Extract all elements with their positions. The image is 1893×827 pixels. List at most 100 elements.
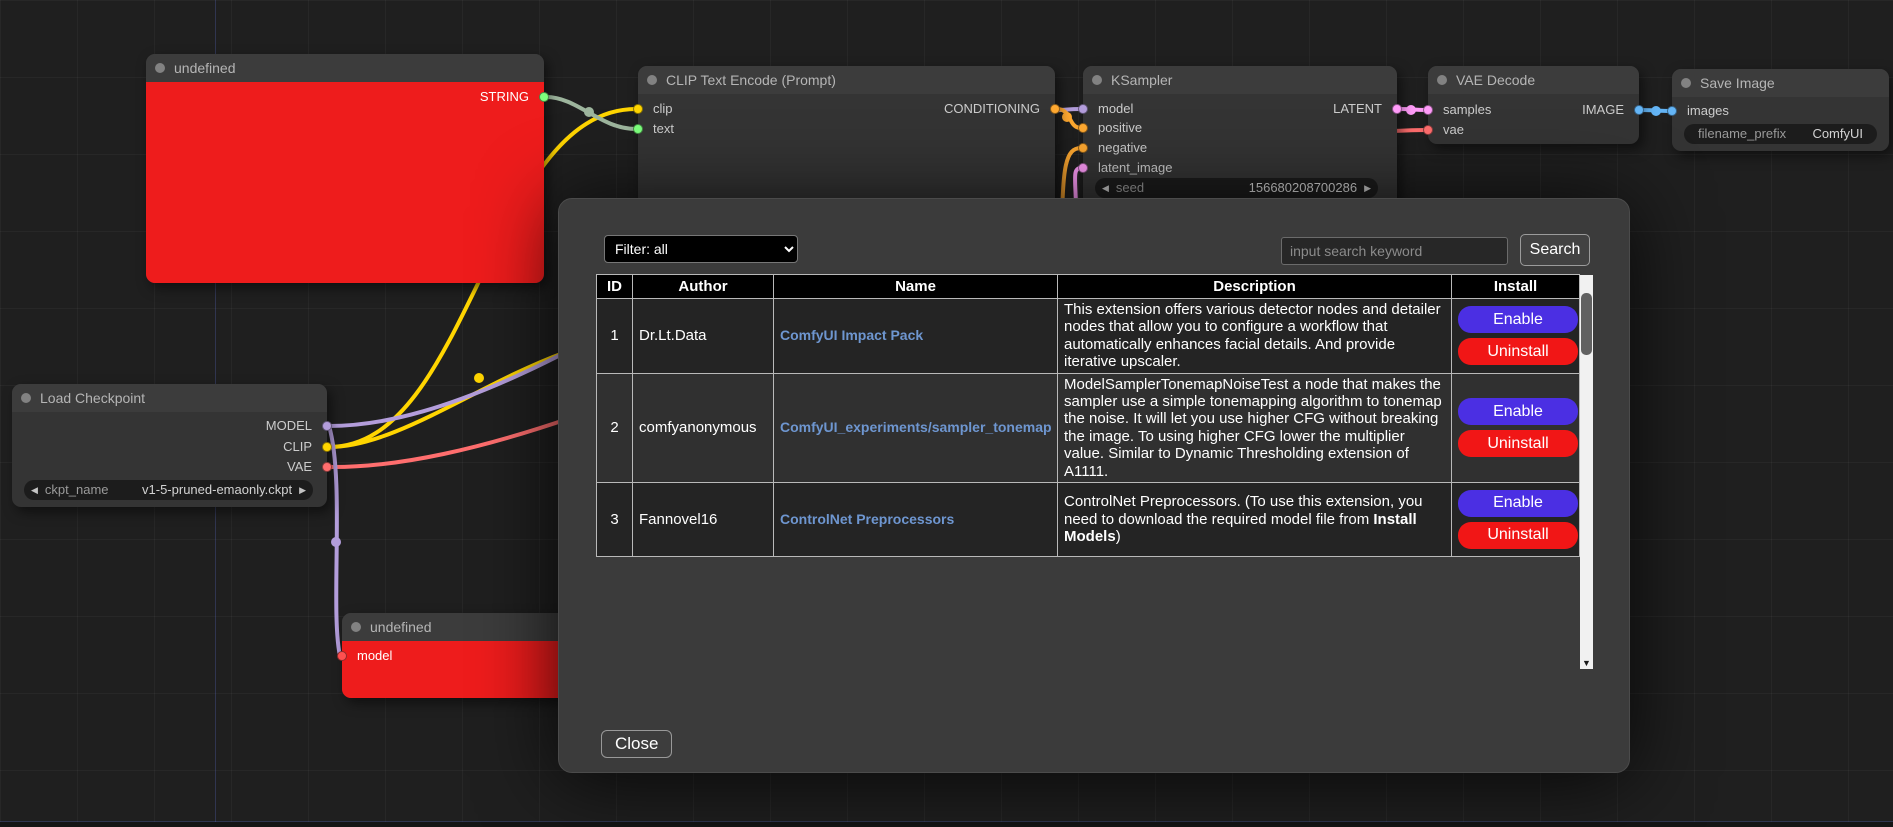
row-author: Fannovel16	[633, 482, 774, 556]
uninstall-button[interactable]: Uninstall	[1458, 522, 1578, 549]
link-dot-latent	[1406, 105, 1416, 115]
slot-label: IMAGE	[1582, 102, 1624, 117]
input-slot-samples[interactable]: samples	[1428, 102, 1491, 118]
clip-input-dot[interactable]	[633, 104, 643, 114]
input-slot-latent-image[interactable]: latent_image	[1083, 160, 1172, 176]
latent-output-dot[interactable]	[1392, 104, 1402, 114]
model-input-dot[interactable]	[1078, 104, 1088, 114]
scrollbar-thumb[interactable]	[1581, 293, 1592, 355]
positive-input-dot[interactable]	[1078, 123, 1088, 133]
negative-input-dot[interactable]	[1078, 143, 1088, 153]
row-id: 3	[597, 482, 633, 556]
node-undefined-top[interactable]: undefined STRING	[146, 54, 544, 283]
node-save-image[interactable]: Save Image images filename_prefix ComfyU…	[1672, 69, 1889, 151]
node-title: Save Image	[1700, 75, 1775, 91]
input-slot-model[interactable]: model	[1083, 101, 1133, 117]
vae-output-dot[interactable]	[322, 462, 332, 472]
string-output-dot[interactable]	[539, 92, 549, 102]
output-slot-conditioning[interactable]: CONDITIONING	[944, 101, 1055, 117]
node-title-bar[interactable]: VAE Decode	[1428, 66, 1639, 94]
increment-arrow-icon[interactable]: ▶	[1364, 178, 1371, 198]
input-slot-positive[interactable]: positive	[1083, 120, 1142, 136]
node-error-body	[146, 82, 544, 283]
search-input[interactable]	[1281, 237, 1508, 265]
extension-link[interactable]: ControlNet Preprocessors	[780, 511, 954, 527]
node-title-bar[interactable]: CLIP Text Encode (Prompt)	[638, 66, 1055, 94]
decrement-arrow-icon[interactable]: ◀	[31, 480, 38, 500]
node-title-bar[interactable]: undefined	[146, 54, 544, 82]
slot-label: latent_image	[1098, 160, 1172, 175]
table-scrollbar[interactable]: ▼	[1580, 275, 1593, 669]
model-output-dot[interactable]	[322, 421, 332, 431]
input-slot-model[interactable]: model	[342, 648, 392, 664]
uninstall-button[interactable]: Uninstall	[1458, 430, 1578, 457]
row-description: ControlNet Preprocessors. (To use this e…	[1058, 482, 1452, 556]
input-slot-images[interactable]: images	[1672, 103, 1729, 119]
collapse-dot-icon[interactable]	[21, 393, 31, 403]
uninstall-button[interactable]: Uninstall	[1458, 338, 1578, 365]
input-slot-negative[interactable]: negative	[1083, 140, 1147, 156]
collapse-dot-icon[interactable]	[155, 63, 165, 73]
node-title: CLIP Text Encode (Prompt)	[666, 72, 836, 88]
node-load-checkpoint[interactable]: Load Checkpoint MODEL CLIP VAE ◀ ckpt_na…	[12, 384, 327, 507]
output-slot-string[interactable]: STRING	[480, 89, 544, 105]
row-author: Dr.Lt.Data	[633, 299, 774, 374]
node-vae-decode[interactable]: VAE Decode samples vae IMAGE	[1428, 66, 1639, 144]
link-dot-image	[1651, 106, 1661, 116]
image-output-dot[interactable]	[1634, 105, 1644, 115]
samples-input-dot[interactable]	[1423, 105, 1433, 115]
link-dot-conditioning	[1062, 112, 1072, 122]
extension-link[interactable]: ComfyUI Impact Pack	[780, 327, 923, 343]
node-title: undefined	[174, 60, 236, 76]
increment-arrow-icon[interactable]: ▶	[299, 480, 306, 500]
extension-link[interactable]: ComfyUI_experiments/sampler_tonemap	[780, 419, 1052, 435]
decrement-arrow-icon[interactable]: ◀	[1102, 178, 1109, 198]
collapse-dot-icon[interactable]	[647, 75, 657, 85]
collapse-dot-icon[interactable]	[1681, 78, 1691, 88]
ckpt-name-widget[interactable]: ◀ ckpt_name v1-5-pruned-emaonly.ckpt ▶	[24, 480, 313, 500]
enable-button[interactable]: Enable	[1458, 398, 1578, 425]
images-input-dot[interactable]	[1667, 106, 1677, 116]
output-slot-latent[interactable]: LATENT	[1333, 101, 1397, 117]
filename-prefix-widget[interactable]: filename_prefix ComfyUI	[1684, 124, 1877, 144]
header-author: Author	[633, 275, 774, 299]
link-dot-string	[584, 107, 594, 117]
input-slot-clip[interactable]: clip	[638, 101, 673, 117]
output-slot-clip[interactable]: CLIP	[283, 439, 327, 455]
filter-select[interactable]: Filter: all	[604, 235, 798, 263]
clip-output-dot[interactable]	[322, 442, 332, 452]
node-title-bar[interactable]: Save Image	[1672, 69, 1889, 97]
seed-widget[interactable]: ◀ seed 156680208700286 ▶	[1095, 178, 1378, 198]
output-slot-image[interactable]: IMAGE	[1582, 102, 1639, 118]
enable-button[interactable]: Enable	[1458, 490, 1578, 517]
output-slot-vae[interactable]: VAE	[287, 459, 327, 475]
input-slot-text[interactable]: text	[638, 121, 674, 137]
slot-label: CONDITIONING	[944, 101, 1040, 116]
slot-label: VAE	[287, 459, 312, 474]
slot-label: CLIP	[283, 439, 312, 454]
model-input-dot[interactable]	[337, 651, 347, 661]
node-title-bar[interactable]: Load Checkpoint	[12, 384, 327, 412]
output-slot-model[interactable]: MODEL	[266, 418, 327, 434]
collapse-dot-icon[interactable]	[1437, 75, 1447, 85]
header-description: Description	[1058, 275, 1452, 299]
collapse-dot-icon[interactable]	[1092, 75, 1102, 85]
text-input-dot[interactable]	[633, 124, 643, 134]
slot-label: LATENT	[1333, 101, 1382, 116]
header-name: Name	[774, 275, 1058, 299]
collapse-dot-icon[interactable]	[351, 622, 361, 632]
enable-button[interactable]: Enable	[1458, 306, 1578, 333]
slot-label: vae	[1443, 122, 1464, 137]
search-button[interactable]: Search	[1520, 234, 1590, 266]
row-id: 1	[597, 299, 633, 374]
table-row: 1 Dr.Lt.Data ComfyUI Impact Pack This ex…	[597, 299, 1580, 374]
scrollbar-down-arrow-icon[interactable]: ▼	[1580, 658, 1593, 668]
conditioning-output-dot[interactable]	[1050, 104, 1060, 114]
vae-input-dot[interactable]	[1423, 125, 1433, 135]
input-slot-vae[interactable]: vae	[1428, 122, 1464, 138]
close-button[interactable]: Close	[601, 730, 672, 758]
table-header-row: ID Author Name Description Install	[597, 275, 1580, 299]
node-title-bar[interactable]: KSampler	[1083, 66, 1397, 94]
widget-value: 156680208700286	[1151, 178, 1357, 198]
latent-image-input-dot[interactable]	[1078, 163, 1088, 173]
